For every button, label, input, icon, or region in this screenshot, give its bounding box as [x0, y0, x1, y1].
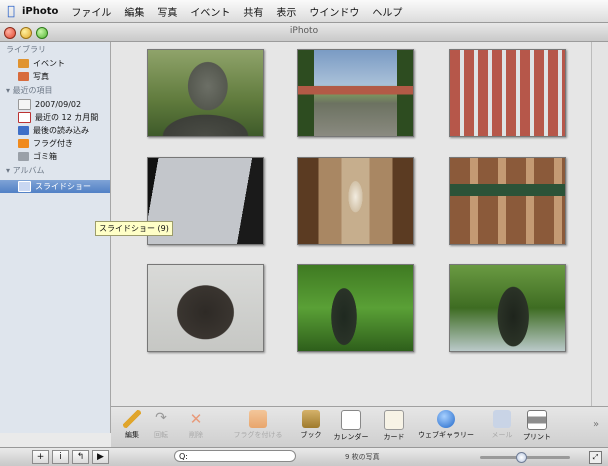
menu-iphoto[interactable]: iPhoto: [22, 6, 58, 17]
card-button[interactable]: カード: [379, 410, 409, 442]
bottom-bar: + i ↰ ▶ Q: 9 枚の写真 ⤢: [0, 447, 608, 466]
mail-button[interactable]: メール: [487, 410, 517, 440]
sidebar-item-flagged[interactable]: フラグ付き: [0, 137, 110, 150]
title-bar: iPhoto: [0, 23, 608, 42]
sidebar-item-photos[interactable]: 写真: [0, 70, 110, 83]
photo-thumbnail[interactable]: [297, 49, 414, 137]
sidebar-item-label: 最近の 12 カ月間: [35, 113, 99, 122]
recent-header: ▾ 最近の項目: [6, 86, 53, 95]
book-label: ブック: [300, 431, 322, 439]
calendar-icon: [18, 112, 31, 123]
print-label: プリント: [523, 433, 551, 441]
zoom-slider-knob[interactable]: [515, 452, 527, 463]
sidebar-item-date-folder[interactable]: 2007/09/02: [0, 98, 110, 111]
calendar-label: カレンダー: [333, 433, 369, 441]
search-field[interactable]: Q:: [174, 450, 296, 462]
menu-view[interactable]: 表示: [276, 4, 296, 19]
photo-thumbnail[interactable]: [147, 49, 264, 137]
calendar-icon: [341, 410, 361, 430]
library-header: ライブラリ: [6, 45, 46, 54]
sidebar-item-slideshow[interactable]: スライドショー: [0, 180, 110, 193]
photo-thumbnail[interactable]: [147, 264, 264, 352]
web-gallery-button[interactable]: ウェブギャラリー: [416, 410, 476, 440]
edit-label: 編集: [125, 431, 139, 439]
web-gallery-label: ウェブギャラリー: [418, 431, 474, 439]
source-list: ライブラリ イベント 写真 ▾ 最近の項目 2007/09/02 最近の 12 …: [0, 42, 111, 433]
vertical-scrollbar[interactable]: [591, 42, 608, 431]
print-button[interactable]: プリント: [522, 410, 552, 442]
sidebar-item-last-import[interactable]: 最後の読み込み: [0, 124, 110, 137]
menu-edit[interactable]: 編集: [124, 4, 144, 19]
photo-thumbnail[interactable]: [449, 49, 566, 137]
card-label: カード: [383, 433, 405, 441]
edit-button[interactable]: 編集: [121, 410, 143, 440]
book-icon: [302, 410, 320, 428]
menu-file[interactable]: ファイル: [71, 4, 111, 19]
flag-label: フラグを付ける: [233, 431, 283, 439]
events-icon: [18, 59, 29, 68]
printer-icon: [527, 410, 547, 430]
pencil-icon: [123, 410, 141, 428]
mail-icon: [493, 410, 511, 428]
rotate-label: 回転: [154, 431, 168, 439]
mail-label: メール: [491, 431, 513, 439]
delete-label: 削除: [189, 431, 203, 439]
delete-button[interactable]: ✕ 削除: [185, 410, 207, 440]
slideshow-icon: [18, 181, 31, 192]
album-header: ▾ アルバム: [6, 166, 45, 175]
flag-icon: [249, 410, 267, 428]
sidebar-item-label: フラグ付き: [33, 139, 73, 148]
search-icon: Q:: [179, 452, 188, 461]
menu-events[interactable]: イベント: [190, 4, 230, 19]
album-header-label: アルバム: [12, 166, 45, 175]
sidebar-item-label: スライドショー: [35, 182, 91, 191]
sidebar-item-label: 写真: [33, 72, 49, 81]
add-button[interactable]: +: [32, 450, 49, 464]
rotate-view-button[interactable]: ↰: [72, 450, 89, 464]
full-screen-button[interactable]: ⤢: [589, 451, 602, 464]
sidebar-item-label: 最後の読み込み: [33, 126, 89, 135]
photos-icon: [18, 72, 29, 81]
iphoto-window: iPhoto ライブラリ イベント 写真 ▾ 最近の項目 2007/09/02 …: [0, 23, 608, 466]
trash-icon: [18, 152, 29, 161]
card-icon: [384, 410, 404, 430]
sidebar-item-trash[interactable]: ゴミ箱: [0, 150, 110, 163]
window-title: iPhoto: [289, 26, 319, 36]
rotate-button[interactable]: ↷ 回転: [150, 410, 172, 440]
sidebar-item-label: イベント: [33, 59, 65, 68]
book-button[interactable]: ブック: [296, 410, 326, 440]
menu-help[interactable]: ヘルプ: [372, 4, 402, 19]
info-button[interactable]: i: [52, 450, 69, 464]
flag-icon: [18, 139, 29, 148]
photo-thumbnail[interactable]: [297, 264, 414, 352]
recent-header-label: 最近の項目: [12, 86, 53, 95]
menu-photos[interactable]: 写真: [157, 4, 177, 19]
flag-button[interactable]: フラグを付ける: [229, 410, 287, 440]
sidebar-item-events[interactable]: イベント: [0, 57, 110, 70]
tooltip: スライドショー (9): [95, 221, 173, 236]
photo-grid: [111, 42, 608, 433]
menu-window[interactable]: ウインドウ: [309, 4, 359, 19]
photo-thumbnail[interactable]: [449, 157, 566, 245]
sidebar-item-last-12-months[interactable]: 最近の 12 カ月間: [0, 111, 110, 124]
delete-x-icon: ✕: [189, 410, 203, 428]
menu-bar:  iPhoto ファイル 編集 写真 イベント 共有 表示 ウインドウ ヘルプ: [0, 0, 608, 23]
more-tools-icon[interactable]: »: [593, 419, 599, 430]
folder-icon: [18, 99, 31, 110]
zoom-slider[interactable]: [480, 452, 570, 463]
globe-icon: [437, 410, 455, 428]
import-icon: [18, 126, 29, 135]
photo-thumbnail[interactable]: [449, 264, 566, 352]
photo-count: 9 枚の写真: [345, 453, 380, 461]
photo-thumbnail[interactable]: [297, 157, 414, 245]
action-toolbar: 編集 ↷ 回転 ✕ 削除 フラグを付ける ブック カレンダー カード ウェブギャラリ…: [111, 406, 608, 447]
apple-menu-icon[interactable]: : [0, 4, 22, 19]
sidebar-item-label: ゴミ箱: [33, 152, 57, 161]
sidebar-item-label: 2007/09/02: [35, 100, 82, 109]
menu-share[interactable]: 共有: [243, 4, 263, 19]
play-slideshow-button[interactable]: ▶: [92, 450, 109, 464]
rotate-icon: ↷: [155, 410, 167, 426]
calendar-button[interactable]: カレンダー: [330, 410, 372, 442]
